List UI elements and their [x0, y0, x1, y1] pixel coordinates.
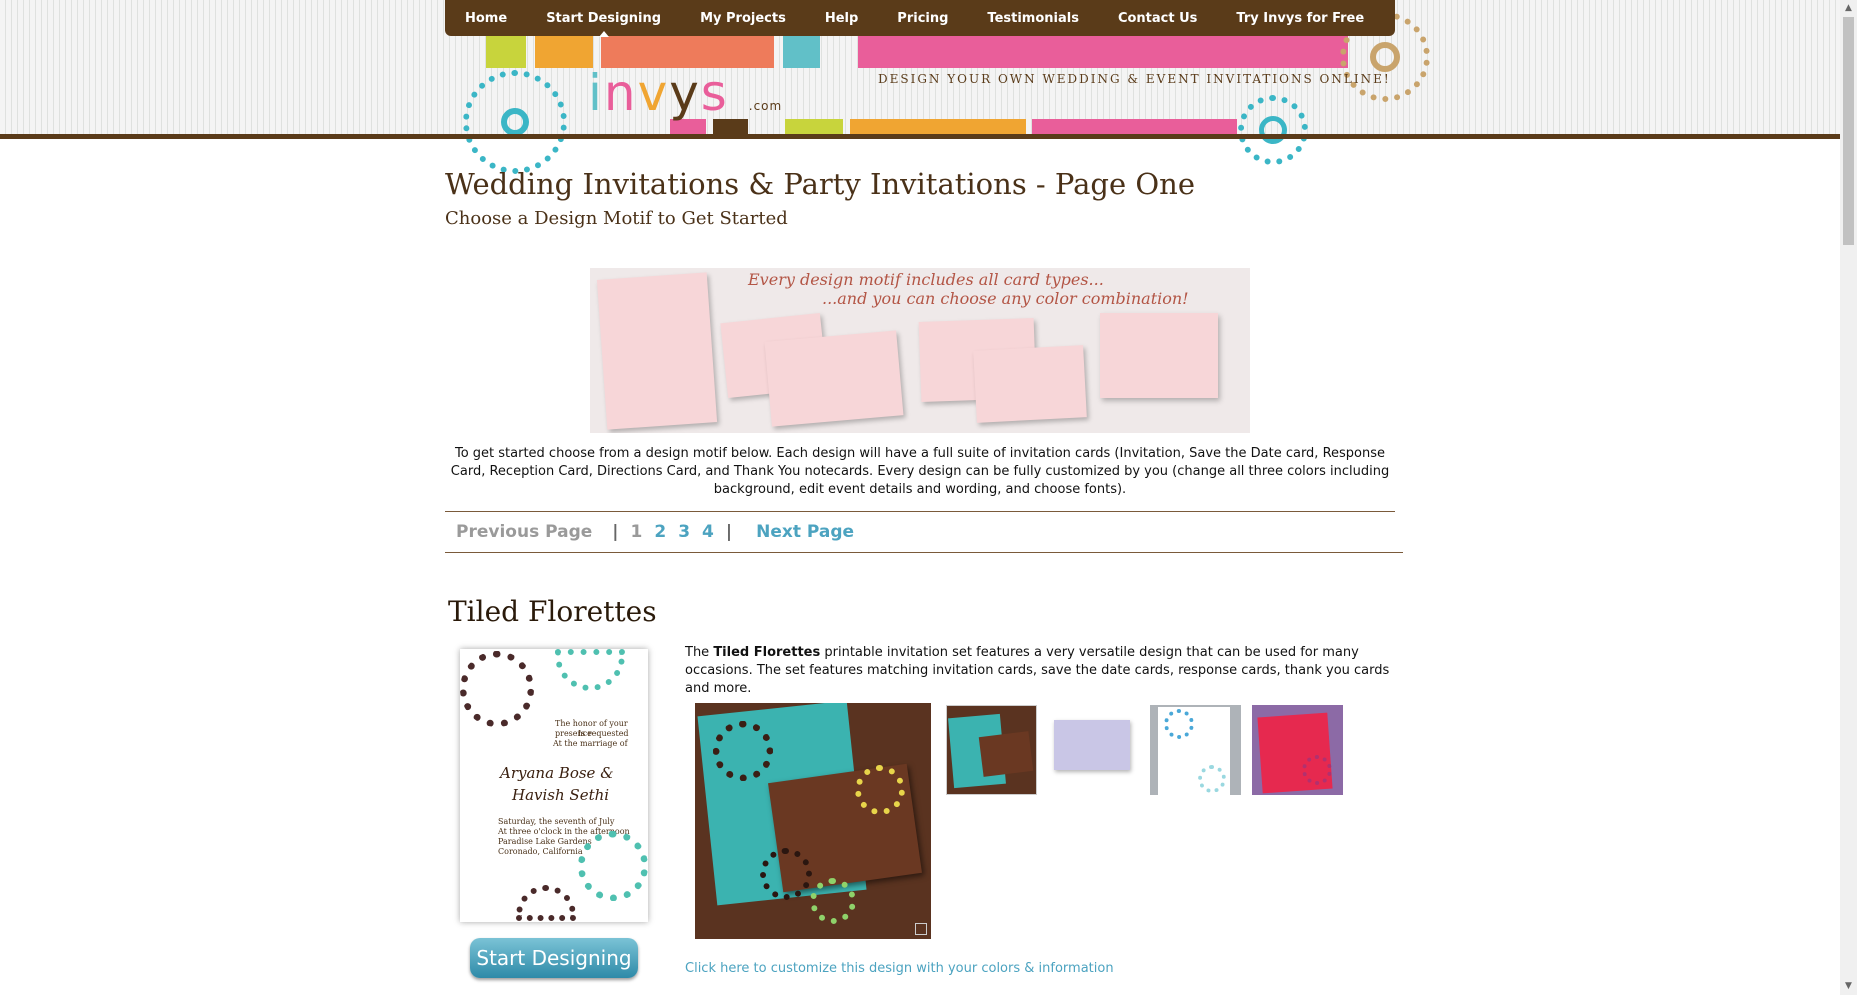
deco-block — [783, 36, 820, 68]
thumbnail-florette — [1198, 765, 1226, 793]
pager-separator: | — [725, 522, 733, 542]
florette-decoration — [713, 721, 773, 781]
page-subtitle: Choose a Design Motif to Get Started — [445, 208, 788, 229]
top-navigation: Home Start Designing My Projects Help Pr… — [445, 0, 1395, 37]
next-page-link[interactable]: Next Page — [756, 522, 854, 542]
scroll-down-icon[interactable]: ▼ — [1840, 978, 1857, 995]
page-link-2[interactable]: 2 — [654, 522, 666, 542]
sample-directions-card — [973, 345, 1087, 423]
motif-description: The Tiled Florettes printable invitation… — [685, 644, 1395, 698]
deco-block — [1032, 119, 1237, 134]
nav-home[interactable]: Home — [465, 11, 507, 26]
page-link-3[interactable]: 3 — [678, 522, 690, 542]
deco-block — [486, 36, 526, 68]
previous-page-link[interactable]: Previous Page — [456, 522, 592, 542]
nav-my-projects[interactable]: My Projects — [700, 11, 786, 26]
florette-decoration — [516, 885, 576, 921]
florette-decoration — [578, 831, 648, 901]
scrollbar-thumb[interactable] — [1843, 17, 1854, 245]
thumbnail-card — [978, 731, 1034, 777]
motif-preview-card[interactable]: The honor of your presence Is requested … — [460, 649, 648, 922]
deco-block — [785, 119, 843, 134]
desc-motif-name: Tiled Florettes — [713, 645, 821, 660]
motif-thumbnail-4[interactable] — [1252, 705, 1343, 795]
thumbnail-florette — [1302, 755, 1332, 785]
florette-decoration — [460, 651, 534, 727]
florette-decoration — [555, 649, 625, 691]
thumbnail-card — [1054, 720, 1130, 770]
card-text: Is requested — [578, 729, 629, 738]
banner-line-2: ...and you can choose any color combinat… — [822, 289, 1189, 308]
page-link-1[interactable]: 1 — [631, 522, 643, 542]
florette-decoration — [760, 848, 812, 900]
thumbnail-florette — [1164, 709, 1194, 739]
decorative-burst — [1370, 42, 1400, 72]
scroll-up-icon[interactable]: ▲ — [1840, 0, 1857, 17]
banner-line-1: Every design motif includes all card typ… — [748, 270, 1104, 289]
start-designing-button[interactable]: Start Designing — [470, 938, 638, 978]
sample-invitation-card — [596, 272, 718, 430]
nav-start-designing[interactable]: Start Designing — [546, 11, 661, 37]
nav-pricing[interactable]: Pricing — [897, 11, 948, 26]
intro-text: To get started choose from a design moti… — [450, 446, 1390, 497]
florette-decoration — [855, 765, 905, 815]
sample-thank-you-card — [1100, 313, 1218, 398]
sample-reception-card — [764, 330, 904, 427]
motif-thumbnail-1[interactable] — [946, 705, 1037, 795]
desc-prefix: The — [685, 645, 714, 660]
pager-separator: | — [612, 522, 619, 542]
nav-try-free[interactable]: Try Invys for Free — [1236, 11, 1364, 26]
logo-suffix: .com — [748, 99, 783, 113]
site-logo[interactable]: invys .com — [588, 68, 782, 118]
pager-rule-extension — [1395, 552, 1403, 553]
card-name: Aryana Bose & — [500, 764, 614, 782]
expand-icon[interactable] — [915, 923, 927, 935]
card-text: Coronado, California — [498, 847, 583, 856]
header-rule — [0, 134, 1840, 139]
logo-text: invys — [588, 64, 729, 122]
customize-design-link[interactable]: Click here to customize this design with… — [685, 961, 1114, 976]
card-text: Saturday, the seventh of July — [498, 817, 615, 826]
pagination: Previous Page | 1 2 3 4 | Next Page — [445, 511, 1395, 553]
card-text: Paradise Lake Gardens — [498, 837, 592, 846]
motif-thumbnail-3[interactable] — [1150, 705, 1241, 795]
florette-decoration — [810, 878, 856, 924]
nav-testimonials[interactable]: Testimonials — [987, 11, 1079, 26]
card-text: At the marriage of — [553, 739, 628, 748]
motif-title: Tiled Florettes — [448, 595, 657, 628]
decorative-burst — [501, 108, 529, 136]
motif-thumbnail-2[interactable] — [1050, 710, 1136, 782]
page-title: Wedding Invitations & Party Invitations … — [445, 167, 1195, 201]
motif-main-image[interactable] — [695, 703, 931, 939]
card-name: Havish Sethi — [512, 786, 610, 804]
decorative-burst — [1259, 116, 1287, 144]
deco-block — [850, 119, 1026, 134]
card-types-banner: Every design motif includes all card typ… — [590, 268, 1250, 433]
page-link-4[interactable]: 4 — [702, 522, 714, 542]
deco-block — [858, 36, 1348, 68]
nav-help[interactable]: Help — [825, 11, 858, 26]
nav-contact-us[interactable]: Contact Us — [1118, 11, 1197, 26]
deco-block — [535, 36, 593, 68]
tagline: Design your own wedding & event invitati… — [878, 72, 1391, 86]
